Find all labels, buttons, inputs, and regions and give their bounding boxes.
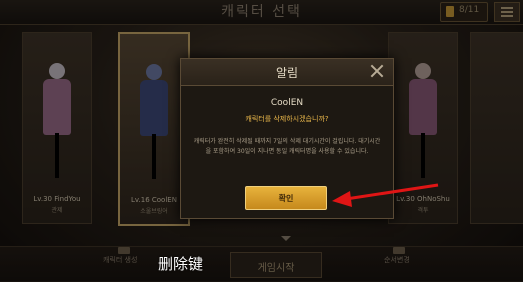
red-arrow-annotation: [332, 183, 439, 207]
annotation-caption: 删除键: [158, 255, 204, 273]
arrow-head-icon: [332, 191, 352, 207]
arrow-shaft: [345, 183, 439, 201]
